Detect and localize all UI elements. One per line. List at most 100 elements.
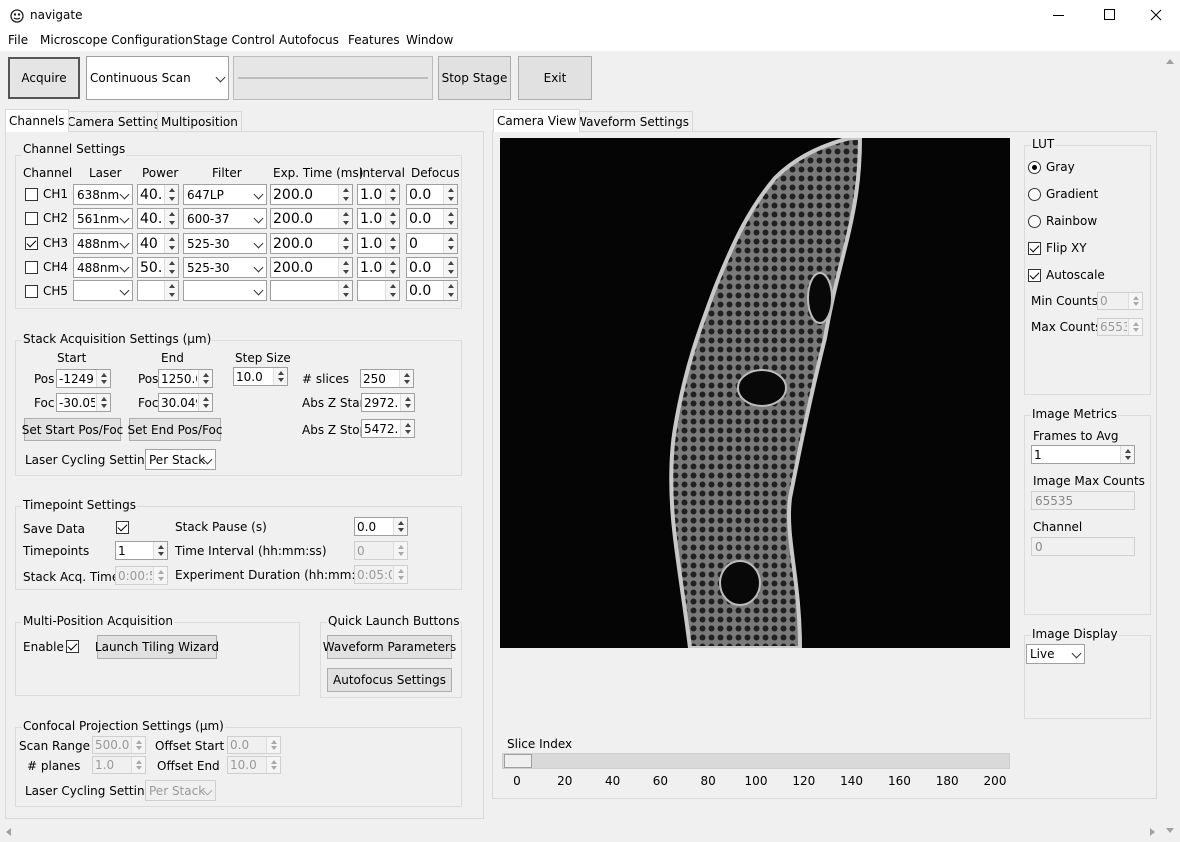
spin-arrows-icon[interactable] — [338, 281, 352, 300]
spin-arrows-icon[interactable] — [385, 234, 399, 253]
spin-arrows-icon[interactable] — [385, 258, 399, 277]
frames-to-avg-spinbox[interactable]: 1 — [1031, 445, 1135, 464]
ch1-power-spinbox[interactable]: 40.0 — [137, 184, 179, 205]
ch5-interval-spinbox[interactable] — [357, 280, 400, 301]
waveform-parameters-button[interactable]: Waveform Parameters — [323, 635, 456, 659]
spin-arrows-icon[interactable] — [393, 518, 407, 535]
stack-pause-spinbox[interactable]: 0.0 — [354, 517, 408, 536]
ch3-defocus-spinbox[interactable]: 0 — [406, 233, 458, 254]
acquisition-mode-select[interactable]: Continuous Scan — [86, 56, 229, 100]
ch2-checkbox[interactable] — [25, 212, 38, 225]
vertical-scrollbar[interactable] — [1161, 51, 1180, 842]
tab-waveform-settings[interactable]: Waveform Settings — [571, 111, 693, 132]
ch2-filter-select[interactable]: 600-37 — [183, 208, 267, 229]
end-foc-spinbox[interactable]: 30.0499 — [158, 393, 213, 412]
spin-arrows-icon[interactable] — [96, 370, 110, 387]
menu-microscope-configuration[interactable]: Microscope Configuration — [40, 33, 193, 47]
spin-arrows-icon[interactable] — [338, 185, 352, 204]
spin-arrows-icon[interactable] — [164, 185, 178, 204]
set-end-pos-foc-button[interactable]: Set End Pos/Foc — [128, 418, 223, 441]
ch1-interval-spinbox[interactable]: 1.0 — [357, 184, 400, 205]
spin-arrows-icon[interactable] — [443, 258, 457, 277]
spin-arrows-icon[interactable] — [385, 185, 399, 204]
ch5-filter-select[interactable] — [183, 280, 267, 301]
ch1-checkbox[interactable] — [25, 188, 38, 201]
menu-stage-control[interactable]: Stage Control — [193, 33, 275, 47]
spin-arrows-icon[interactable] — [164, 258, 178, 277]
timepoints-spinbox[interactable]: 1 — [115, 541, 168, 560]
slice-index-slider[interactable] — [502, 753, 1010, 769]
spin-arrows-icon[interactable] — [400, 420, 414, 437]
autoscale-checkbox[interactable] — [1028, 269, 1041, 282]
ch4-power-spinbox[interactable]: 50.0 — [137, 257, 179, 278]
save-data-checkbox[interactable] — [116, 521, 129, 534]
ch5-laser-select[interactable] — [73, 280, 133, 301]
step-size-spinbox[interactable]: 10.0 — [233, 367, 288, 386]
slider-thumb[interactable] — [504, 754, 532, 768]
abs-z-stop-spinbox[interactable]: 5472.9 — [361, 419, 415, 438]
multiposition-enable-checkbox[interactable] — [66, 640, 79, 653]
minimize-icon[interactable] — [1053, 15, 1064, 16]
ch3-interval-spinbox[interactable]: 1.0 — [357, 233, 400, 254]
spin-arrows-icon[interactable] — [198, 394, 212, 411]
launch-tiling-wizard-button[interactable]: Launch Tiling Wizard — [95, 635, 219, 659]
ch4-interval-spinbox[interactable]: 1.0 — [357, 257, 400, 278]
lut-gray-radio[interactable] — [1028, 161, 1041, 174]
camera-image[interactable] — [500, 138, 1010, 648]
spin-arrows-icon[interactable] — [338, 258, 352, 277]
spin-arrows-icon[interactable] — [400, 394, 414, 411]
spin-arrows-icon[interactable] — [1120, 446, 1134, 463]
autofocus-settings-button[interactable]: Autofocus Settings — [327, 668, 452, 692]
maximize-icon[interactable] — [1104, 9, 1115, 20]
scroll-right-icon[interactable] — [1150, 828, 1155, 836]
tab-multiposition[interactable]: Multiposition — [157, 111, 242, 132]
lut-gradient-radio[interactable] — [1028, 188, 1041, 201]
ch3-filter-select[interactable]: 525-30 — [183, 233, 267, 254]
close-icon[interactable] — [1150, 9, 1162, 21]
tab-camera-view[interactable]: Camera View — [493, 109, 581, 132]
ch4-checkbox[interactable] — [25, 261, 38, 274]
spin-arrows-icon[interactable] — [164, 281, 178, 300]
spin-arrows-icon[interactable] — [153, 542, 167, 559]
flip-xy-checkbox[interactable] — [1028, 242, 1041, 255]
exit-button[interactable]: Exit — [518, 56, 592, 100]
start-pos-spinbox[interactable]: -1249.9 — [56, 369, 111, 388]
spin-arrows-icon[interactable] — [164, 234, 178, 253]
end-pos-spinbox[interactable]: 1250.0 — [158, 369, 213, 388]
menu-autofocus[interactable]: Autofocus — [279, 33, 339, 47]
spin-arrows-icon[interactable] — [443, 185, 457, 204]
ch4-exp-time-spinbox[interactable]: 200.0 — [270, 257, 353, 278]
scroll-down-icon[interactable] — [1166, 828, 1174, 833]
spin-arrows-icon[interactable] — [198, 370, 212, 387]
ch4-laser-select[interactable]: 488nm — [73, 257, 133, 278]
slices-spinbox[interactable]: 250 — [360, 369, 414, 388]
menu-features[interactable]: Features — [348, 33, 400, 47]
ch2-power-spinbox[interactable]: 40.0 — [137, 208, 179, 229]
spin-arrows-icon[interactable] — [385, 281, 399, 300]
horizontal-scrollbar[interactable] — [0, 823, 1161, 842]
spin-arrows-icon[interactable] — [164, 209, 178, 228]
start-foc-spinbox[interactable]: -30.050 — [56, 393, 111, 412]
menu-file[interactable]: File — [8, 33, 28, 47]
tab-channels[interactable]: Channels — [5, 109, 69, 132]
ch3-checkbox[interactable] — [25, 237, 38, 250]
ch5-defocus-spinbox[interactable]: 0.0 — [406, 280, 458, 301]
ch1-filter-select[interactable]: 647LP — [183, 184, 267, 205]
spin-arrows-icon[interactable] — [443, 281, 457, 300]
spin-arrows-icon[interactable] — [338, 209, 352, 228]
scroll-left-icon[interactable] — [6, 828, 11, 836]
ch5-power-spinbox[interactable] — [137, 280, 179, 301]
ch3-exp-time-spinbox[interactable]: 200.0 — [270, 233, 353, 254]
set-start-pos-foc-button[interactable]: Set Start Pos/Foc — [22, 418, 123, 441]
stack-laser-cycling-select[interactable]: Per Stack — [145, 449, 216, 470]
acquire-button[interactable]: Acquire — [8, 57, 80, 99]
spin-arrows-icon[interactable] — [399, 370, 413, 387]
spin-arrows-icon[interactable] — [385, 209, 399, 228]
ch4-filter-select[interactable]: 525-30 — [183, 257, 267, 278]
lut-rainbow-radio[interactable] — [1028, 215, 1041, 228]
ch3-laser-select[interactable]: 488nm — [73, 233, 133, 254]
spin-arrows-icon[interactable] — [96, 394, 110, 411]
spin-arrows-icon[interactable] — [443, 234, 457, 253]
ch5-checkbox[interactable] — [25, 285, 38, 298]
ch1-laser-select[interactable]: 638nm — [73, 184, 133, 205]
